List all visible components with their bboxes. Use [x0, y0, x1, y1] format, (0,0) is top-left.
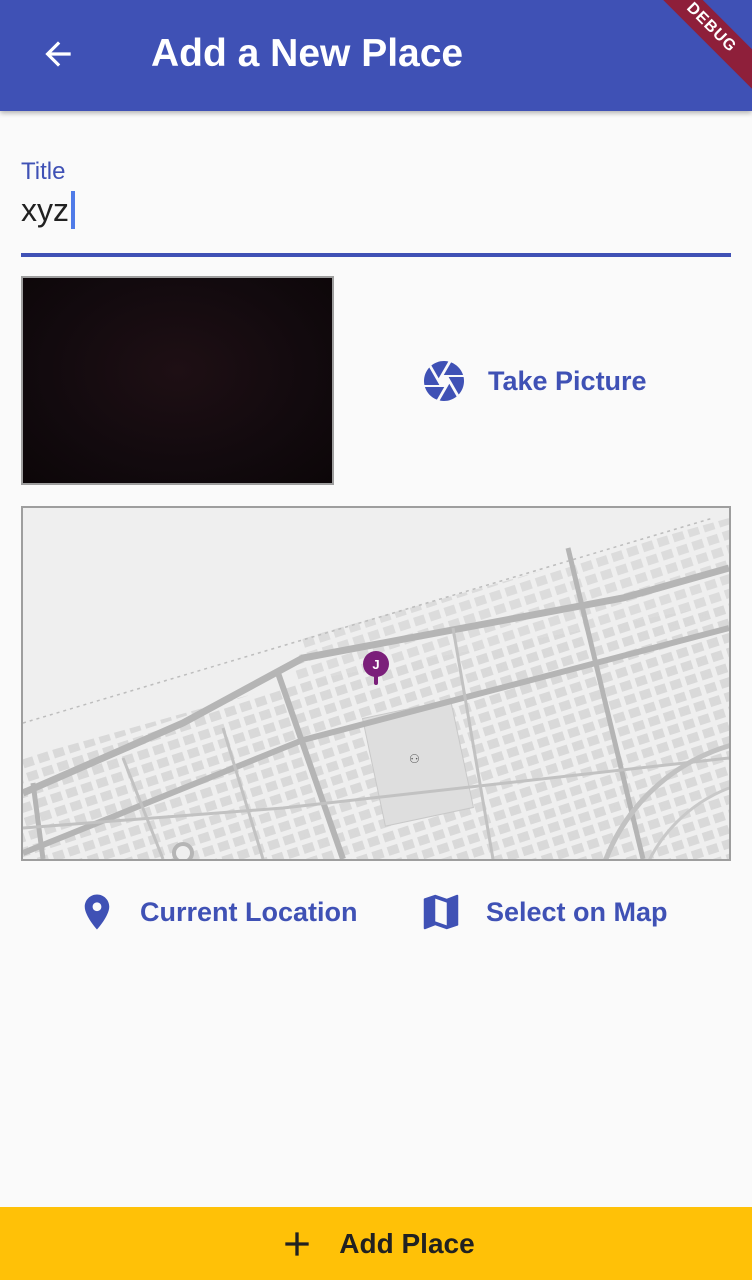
svg-text:J: J — [372, 657, 379, 672]
plus-icon — [277, 1224, 317, 1264]
select-on-map-label: Select on Map — [486, 896, 668, 927]
page-title: Add a New Place — [151, 32, 464, 75]
title-field-underline — [21, 253, 731, 257]
app-bar: Add a New Place DEBUG — [0, 0, 752, 111]
back-button[interactable] — [30, 26, 86, 82]
arrow-back-icon — [39, 35, 77, 73]
current-location-label: Current Location — [140, 896, 358, 927]
camera-shutter-icon — [420, 357, 468, 405]
debug-banner: DEBUG — [640, 0, 752, 99]
map-preview: J ⚇ — [21, 506, 731, 861]
add-place-label: Add Place — [339, 1227, 475, 1259]
text-caret — [71, 191, 75, 229]
take-picture-label: Take Picture — [488, 365, 647, 396]
title-field-label: Title — [21, 158, 66, 185]
location-actions: Current Location Select on Map — [0, 882, 752, 942]
title-field[interactable]: Title xyz — [21, 150, 731, 258]
take-picture-button[interactable]: Take Picture — [420, 352, 647, 410]
title-input[interactable]: xyz — [21, 190, 75, 230]
title-input-value: xyz — [21, 192, 69, 228]
map-icon — [418, 889, 464, 935]
map-image: J ⚇ — [23, 508, 729, 859]
svg-text:⚇: ⚇ — [409, 752, 420, 766]
location-pin-icon — [76, 891, 118, 933]
add-place-button[interactable]: Add Place — [0, 1207, 752, 1280]
current-location-button[interactable]: Current Location — [76, 882, 358, 942]
image-preview — [21, 276, 334, 485]
select-on-map-button[interactable]: Select on Map — [418, 882, 668, 942]
